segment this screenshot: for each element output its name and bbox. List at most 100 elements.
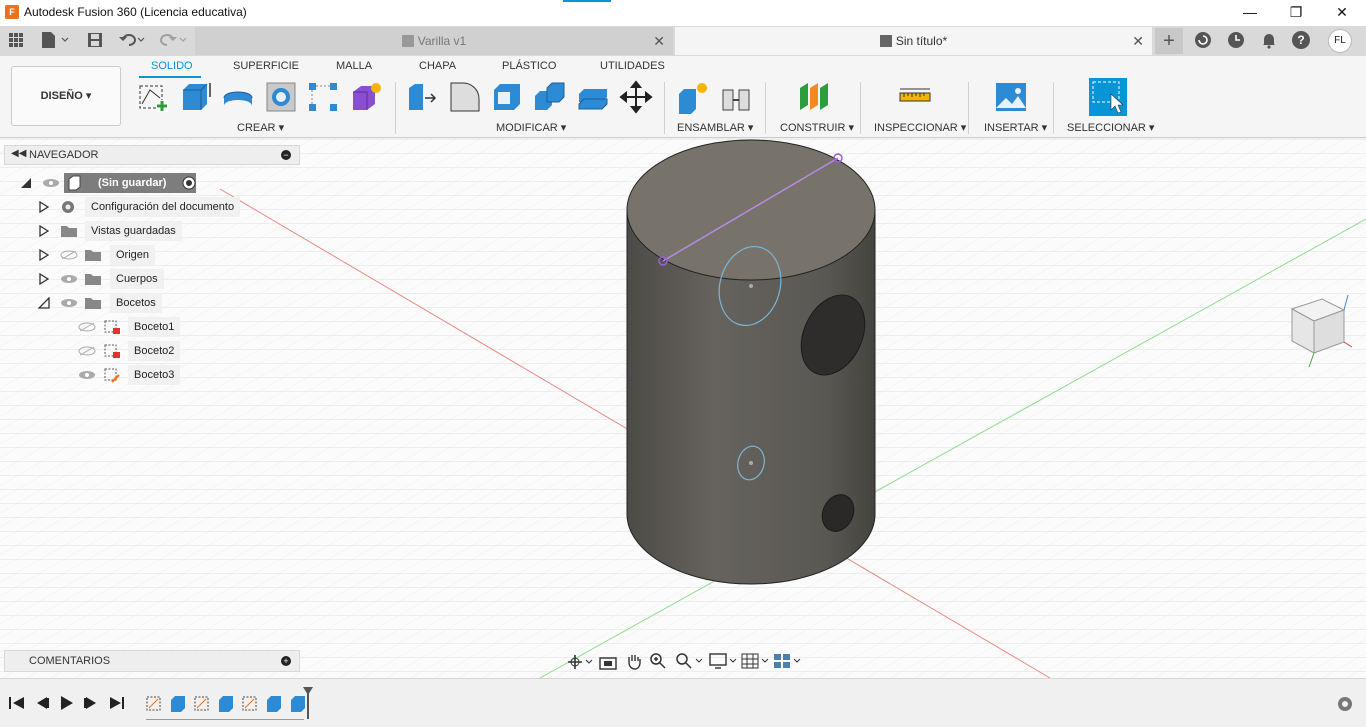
tree-item-origen[interactable]: Origen [36, 245, 156, 265]
add-comment-icon[interactable]: + [281, 656, 291, 666]
help-icon[interactable]: ? [1292, 31, 1310, 49]
group-construir[interactable]: CONSTRUIR ▾ [780, 121, 854, 134]
insert-image-icon[interactable] [994, 80, 1028, 114]
eye-hidden-icon[interactable] [78, 322, 96, 332]
create-form-icon[interactable] [349, 80, 383, 114]
combine-icon[interactable] [533, 80, 567, 114]
save-icon[interactable] [86, 31, 104, 49]
look-at-icon[interactable] [599, 654, 617, 670]
new-tab-button[interactable]: + [1155, 28, 1183, 54]
go-to-end-icon[interactable] [108, 695, 126, 711]
maximize-button[interactable]: ❐ [1276, 2, 1316, 22]
comments-panel[interactable]: COMENTARIOS + [4, 650, 300, 672]
timeline-settings-gear-icon[interactable] [1336, 695, 1354, 713]
expanded-triangle-icon[interactable] [20, 177, 32, 189]
select-icon[interactable] [1089, 78, 1127, 116]
tab-utilidades[interactable]: UTILIDADES [600, 60, 665, 72]
3d-viewport[interactable] [0, 139, 1366, 678]
measure-icon[interactable] [898, 80, 932, 114]
zoom-window-icon[interactable] [675, 652, 705, 670]
refresh-icon[interactable] [1194, 31, 1212, 49]
fillet-icon[interactable] [448, 80, 482, 114]
eye-hidden-icon[interactable] [60, 250, 78, 260]
bell-icon[interactable] [1260, 31, 1278, 49]
clock-icon[interactable] [1227, 31, 1245, 49]
tab-chapa[interactable]: CHAPA [419, 60, 456, 72]
close-window-button[interactable]: ✕ [1322, 2, 1362, 22]
joint-icon[interactable] [719, 80, 753, 114]
tree-item-bocetos[interactable]: Bocetos [36, 293, 166, 313]
group-modificar[interactable]: MODIFICAR ▾ [496, 121, 566, 134]
tree-item-boceto2[interactable]: Boceto2 [76, 341, 181, 361]
timeline-extrude-icon[interactable] [266, 695, 282, 713]
collapse-left-icon[interactable]: ◀◀ [11, 148, 26, 159]
file-menu-icon[interactable] [40, 31, 70, 49]
hole-icon[interactable] [264, 80, 298, 114]
undo-icon[interactable] [118, 31, 150, 49]
cylinder-body[interactable] [626, 139, 877, 585]
offset-plane-icon[interactable] [797, 80, 831, 114]
timeline-extrude-icon[interactable] [170, 695, 186, 713]
eye-icon[interactable] [60, 298, 78, 308]
collapsed-triangle-icon[interactable] [38, 225, 50, 237]
eye-icon[interactable] [42, 178, 60, 188]
tree-item-boceto1[interactable]: Boceto1 [76, 317, 181, 337]
shell-icon[interactable] [490, 80, 524, 114]
eye-icon[interactable] [60, 274, 78, 284]
timeline-marker-icon[interactable] [303, 687, 313, 719]
tree-item-config[interactable]: Configuración del documento [36, 197, 242, 217]
timeline-sketch-icon[interactable] [242, 695, 258, 713]
workspace-switcher[interactable]: DISEÑO ▾ [11, 66, 121, 126]
zoom-icon[interactable] [649, 652, 667, 670]
tree-item-cuerpos[interactable]: Cuerpos [36, 269, 166, 289]
tab-superficie[interactable]: SUPERFICIE [233, 60, 299, 72]
viewports-icon[interactable] [773, 652, 803, 670]
group-seleccionar[interactable]: SELECCIONAR ▾ [1067, 121, 1154, 134]
eye-hidden-icon[interactable] [78, 346, 96, 356]
collapsed-triangle-icon[interactable] [38, 249, 50, 261]
collapsed-triangle-icon[interactable] [38, 201, 50, 213]
collapsed-triangle-icon[interactable] [38, 273, 50, 285]
press-pull-icon[interactable] [405, 80, 439, 114]
minimize-panel-icon[interactable]: − [281, 150, 291, 160]
group-inspeccionar[interactable]: INSPECCIONAR ▾ [874, 121, 966, 134]
navigator-header[interactable]: ◀◀ NAVEGADOR − [4, 145, 300, 165]
pattern-icon[interactable] [306, 80, 340, 114]
redo-icon[interactable] [158, 31, 190, 49]
step-back-icon[interactable] [33, 695, 51, 711]
tree-item-vistas[interactable]: Vistas guardadas [36, 221, 186, 241]
group-insertar[interactable]: INSERTAR ▾ [984, 121, 1047, 134]
tab-plastico[interactable]: PLÁSTICO [502, 60, 556, 72]
group-crear[interactable]: CREAR ▾ [237, 121, 284, 134]
extrude-icon[interactable] [179, 80, 213, 114]
tree-item-boceto3[interactable]: Boceto3 [76, 365, 181, 385]
expanded-triangle-icon[interactable] [38, 297, 50, 309]
timeline-sketch-icon[interactable] [194, 695, 210, 713]
eye-icon[interactable] [78, 370, 96, 380]
orbit-icon[interactable] [567, 654, 593, 670]
new-component-icon[interactable] [676, 80, 710, 114]
create-sketch-icon[interactable] [136, 80, 170, 114]
offset-face-icon[interactable] [576, 80, 610, 114]
close-tab-icon[interactable]: ✕ [1132, 27, 1144, 55]
tab-solido[interactable]: SOLIDO [151, 60, 193, 72]
grid-apps-icon[interactable] [8, 32, 24, 48]
minimize-button[interactable]: — [1230, 2, 1270, 22]
revolve-icon[interactable] [221, 80, 255, 114]
play-icon[interactable] [58, 695, 76, 711]
tab-varilla[interactable]: Varilla v1 ✕ [195, 27, 673, 55]
timeline-extrude-icon[interactable] [218, 695, 234, 713]
group-ensamblar[interactable]: ENSAMBLAR ▾ [677, 121, 753, 134]
tab-malla[interactable]: MALLA [336, 60, 372, 72]
close-tab-icon[interactable]: ✕ [653, 27, 665, 55]
user-avatar[interactable]: FL [1328, 29, 1352, 53]
tab-sin-titulo[interactable]: Sin título* ✕ [675, 27, 1152, 55]
tree-root-row[interactable]: (Sin guardar) [18, 173, 208, 193]
pan-hand-icon[interactable] [625, 652, 643, 670]
activate-radio-icon[interactable] [182, 176, 196, 190]
display-settings-icon[interactable] [709, 652, 739, 670]
step-forward-icon[interactable] [82, 695, 100, 711]
grid-settings-icon[interactable] [741, 652, 771, 670]
timeline-sketch-icon[interactable] [146, 695, 162, 713]
move-icon[interactable] [619, 80, 653, 114]
